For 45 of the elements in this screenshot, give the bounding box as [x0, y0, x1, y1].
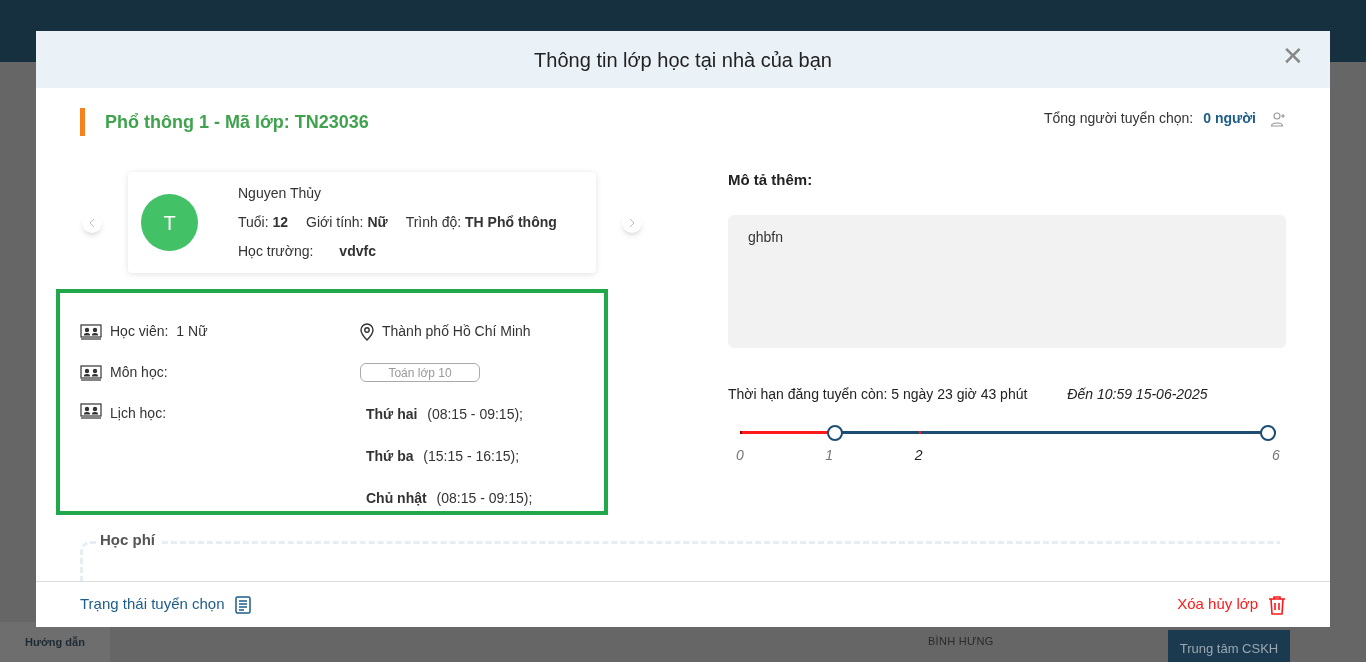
timeline-handle[interactable]	[826, 424, 843, 441]
deadline-remaining: Thời hạn đăng tuyển còn: 5 ngày 23 giờ 43 phút	[728, 384, 1028, 404]
deadline-date: Đến 10:59 15-06-2025	[1067, 384, 1208, 404]
schedule-slot: Thứ ba (15:15 - 16:15);	[366, 446, 584, 467]
description-box: ghbfn	[728, 214, 1286, 348]
close-button[interactable]: ✕	[1282, 43, 1304, 69]
learners-label: Học viên:	[110, 322, 169, 341]
add-user-icon[interactable]	[1270, 110, 1286, 127]
schedule-slot: Chủ nhật (08:15 - 09:15);	[366, 488, 584, 509]
timeline-label: 0	[736, 445, 744, 465]
presentation-icon	[80, 323, 102, 340]
accent-bar	[80, 108, 85, 136]
applicants-label: Tổng người tuyển chọn:	[1043, 109, 1194, 128]
timeline-label: 1	[825, 445, 834, 465]
timeline-handle[interactable]	[1260, 424, 1276, 441]
chevron-left-icon	[89, 217, 95, 228]
applicants-count: 0 người	[1203, 109, 1256, 128]
timeline-label: 6	[1272, 445, 1280, 465]
field-value: vdvfc	[339, 242, 376, 261]
trash-icon	[1268, 594, 1286, 615]
schedule-slot: Thứ hai (08:15 - 09:15);	[366, 404, 584, 425]
student-field: Trình độ: TH Phổ thông	[405, 212, 557, 233]
student-name: Nguyen Thủy	[238, 184, 322, 203]
learners-value: 1 Nữ	[176, 322, 208, 341]
field-label: Học trường:	[238, 242, 314, 261]
class-title: Phổ thông 1 - Mã lớp: TN23036	[105, 110, 369, 134]
subject-label: Môn học:	[110, 363, 168, 382]
location-text: Thành phố Hồ Chí Minh	[382, 322, 531, 341]
student-field: Giới tính: Nữ	[306, 212, 388, 233]
delete-class-link[interactable]: Xóa hủy lớp	[1177, 593, 1286, 616]
support-panel[interactable]: Trung tâm CSKH	[1168, 630, 1290, 662]
map-label: BÌNH HƯNG	[928, 634, 994, 649]
timeline-label: 2	[914, 445, 923, 465]
presentation-icon	[80, 364, 102, 381]
description-heading: Mô tả thêm:	[728, 170, 814, 190]
schedule-label: Lịch học:	[110, 404, 167, 423]
presentation-icon	[80, 403, 102, 419]
student-field: Tuổi: 12	[238, 212, 289, 233]
document-icon	[234, 595, 251, 614]
location-pin-icon	[360, 322, 374, 341]
selection-status-link[interactable]: Trạng thái tuyển chọn	[80, 593, 251, 616]
modal-title: Thông tin lớp học tại nhà của bạn	[534, 47, 832, 73]
subject-tag: Toán lớp 10	[360, 363, 480, 382]
avatar: T	[141, 194, 198, 251]
chevron-right-icon	[629, 217, 635, 228]
